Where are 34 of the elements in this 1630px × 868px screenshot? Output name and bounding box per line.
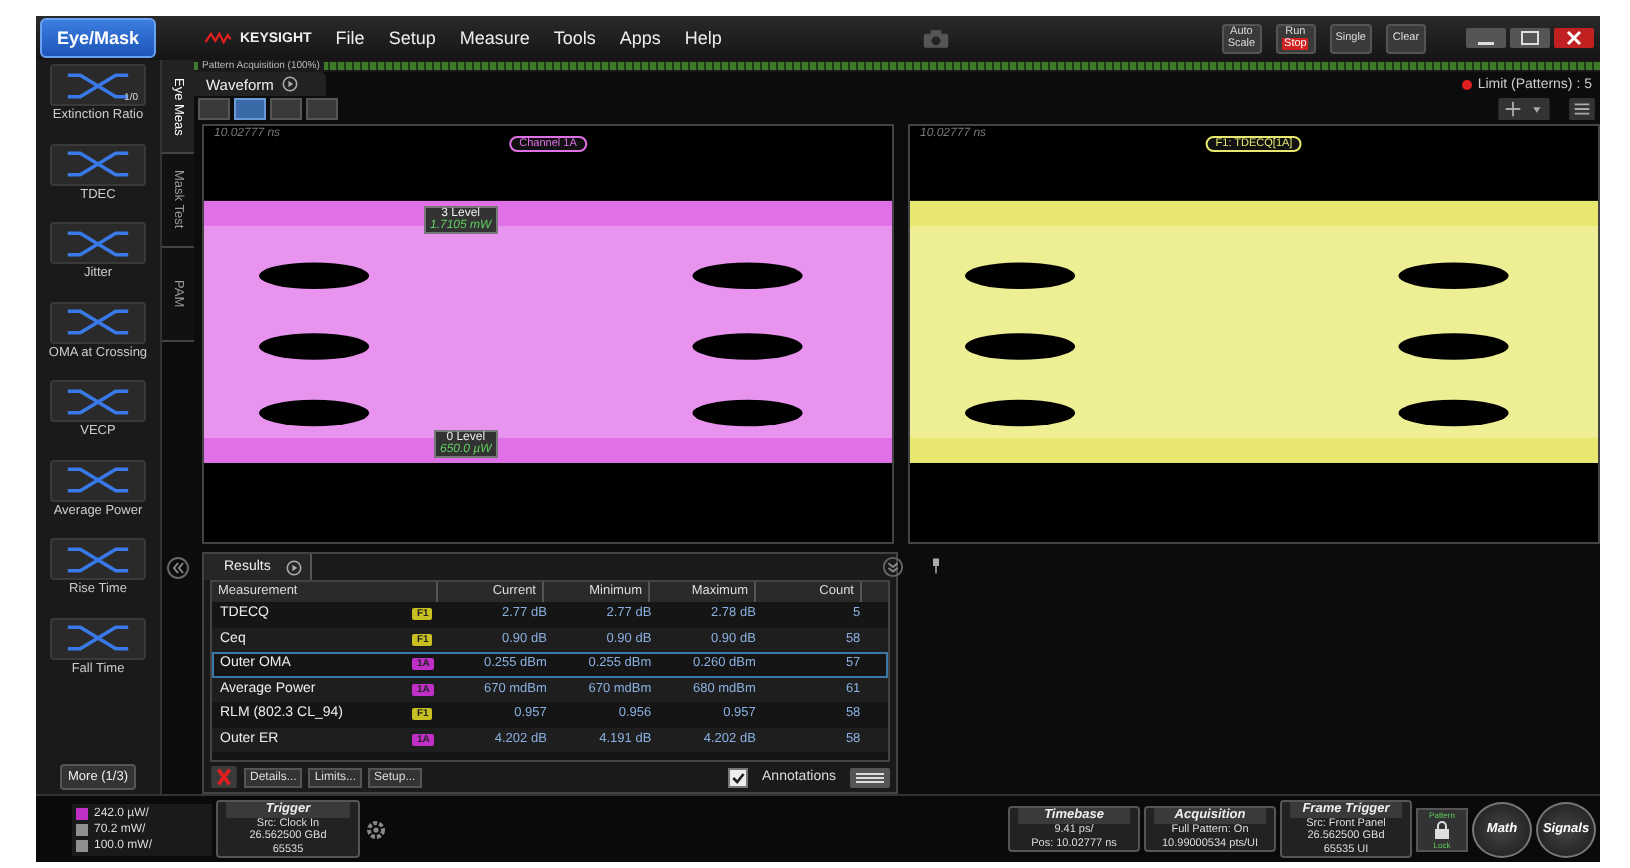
eye-measurement-icon[interactable] <box>50 459 146 501</box>
menu-item[interactable]: Tools <box>553 28 596 48</box>
checkbox[interactable] <box>728 767 749 787</box>
delete-icon[interactable] <box>210 766 238 788</box>
eye-measurement-icon[interactable] <box>50 222 146 264</box>
lock-icon <box>1432 819 1452 839</box>
menu-item[interactable]: Measure <box>459 28 530 48</box>
expand-icon[interactable] <box>882 556 904 578</box>
play-icon[interactable] <box>286 559 303 575</box>
menu-item[interactable]: Help <box>684 28 722 48</box>
table-layout-icon[interactable] <box>850 767 890 787</box>
eye-measurement-icon[interactable] <box>50 301 146 343</box>
menu-item[interactable]: Setup <box>388 28 436 48</box>
menu-icon[interactable] <box>1568 98 1596 120</box>
settings-icon[interactable] <box>364 817 388 841</box>
eye-measurement-icon[interactable] <box>50 143 146 185</box>
collapse-icon[interactable] <box>166 556 190 580</box>
channel-badge[interactable] <box>76 807 88 819</box>
eye-measurement-icon[interactable] <box>50 380 146 422</box>
eye-measurement-icon[interactable] <box>50 538 146 580</box>
logo-icon <box>204 30 232 46</box>
move-icon[interactable] <box>1496 98 1552 120</box>
restore-icon[interactable] <box>1510 26 1550 50</box>
channel-badge[interactable] <box>76 839 88 851</box>
menu-item[interactable]: Apps <box>619 28 661 48</box>
eye-mask-button[interactable]: Eye/Mask <box>40 18 156 58</box>
eye-measurement-icon[interactable] <box>50 617 146 659</box>
pin-icon[interactable] <box>930 558 942 574</box>
channel-badge[interactable] <box>76 823 88 835</box>
menu-item[interactable]: File <box>335 28 365 48</box>
play-icon[interactable] <box>281 76 298 92</box>
minimize-icon[interactable] <box>1466 26 1506 50</box>
status-dot <box>1461 79 1472 89</box>
close-icon[interactable] <box>1554 26 1594 50</box>
